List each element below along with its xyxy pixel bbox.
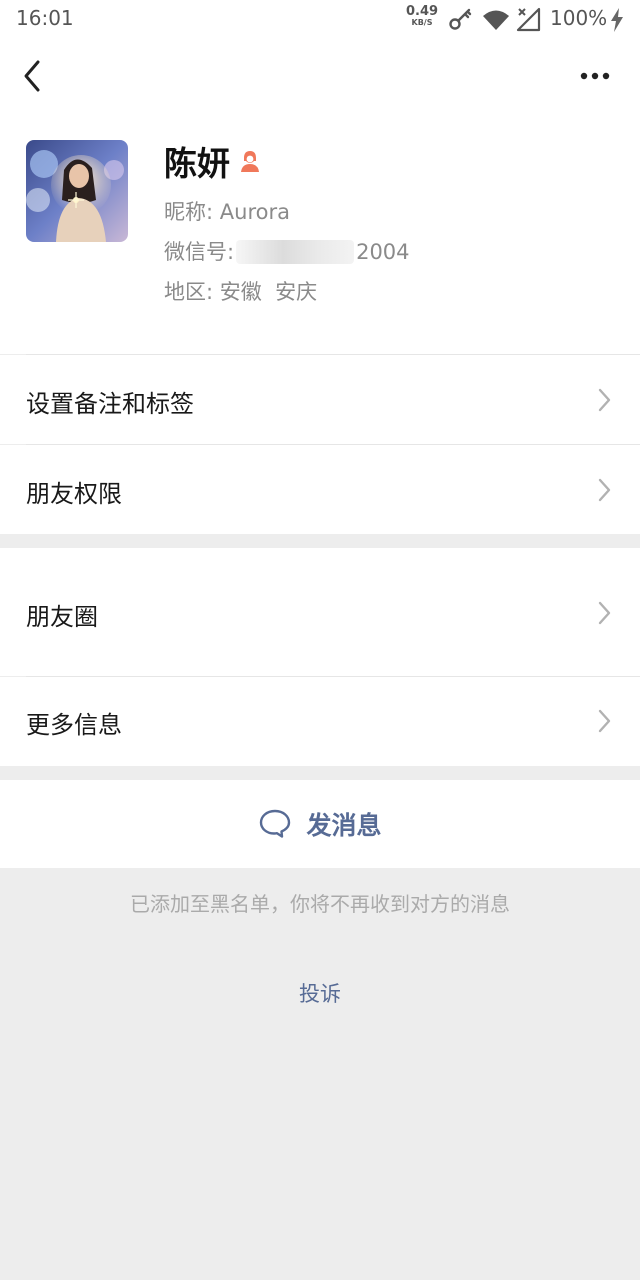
wechat-id-label: 微信号: [164,240,235,264]
wechat-id-line: 微信号: 2004 [164,236,410,266]
no-signal-icon [516,7,541,32]
wifi-icon [483,10,509,30]
more-button[interactable] [574,62,618,90]
chat-bubble-icon [260,809,291,838]
set-remark-tags-label: 设置备注和标签 [26,390,194,418]
status-bar: 16:01 0.49 KB/S 100% [0,0,640,40]
send-message-label: 发消息 [306,811,382,840]
region-value: 安徽 安庆 [219,280,318,304]
friend-permissions-label: 朋友权限 [26,480,122,508]
friend-permissions-row[interactable]: 朋友权限 [0,445,640,534]
moments-row[interactable]: 朋友圈 [0,548,640,676]
more-dots-icon [580,72,610,80]
contact-name: 陈妍 [164,144,230,183]
chevron-left-icon [24,60,40,92]
nickname-value: Aurora [219,200,290,224]
region-label: 地区: [164,280,214,304]
key-icon [449,8,472,30]
chevron-right-icon [598,388,611,412]
more-info-row[interactable]: 更多信息 [0,677,640,766]
set-remark-tags-row[interactable]: 设置备注和标签 [0,355,640,444]
avatar-photo [26,140,128,242]
wechat-id-suffix: 2004 [356,240,410,264]
network-speed-value: 0.49 [406,4,439,19]
network-speed: 0.49 KB/S [406,5,438,27]
back-button[interactable] [14,54,54,98]
region-line: 地区: 安徽 安庆 [164,276,317,306]
more-info-label: 更多信息 [26,711,122,739]
battery-percent: 100% [550,6,608,30]
charging-icon [611,8,623,32]
female-icon [241,151,259,172]
status-time: 16:01 [16,6,74,30]
profile-card: 陈妍 昵称: Aurora 微信号: 2004 地区: 安徽 安庆 [0,112,640,354]
blacklist-notice: 已添加至黑名单，你将不再收到对方的消息 [130,892,510,916]
send-message-content: 发消息 [0,780,640,868]
complain-link[interactable]: 投诉 [0,978,640,1008]
wechat-id-blurred [236,240,355,264]
send-message-button[interactable]: 发消息 [0,780,640,868]
name-row: 陈妍 [164,140,262,183]
avatar[interactable] [26,140,128,242]
network-speed-unit: KB/S [411,18,433,27]
moments-label: 朋友圈 [26,603,98,631]
nickname-label: 昵称: [164,200,214,224]
chevron-right-icon [598,709,611,733]
nickname-line: 昵称: Aurora [164,196,290,226]
top-bar [0,40,640,112]
chevron-right-icon [598,478,611,502]
chevron-right-icon [598,601,611,625]
